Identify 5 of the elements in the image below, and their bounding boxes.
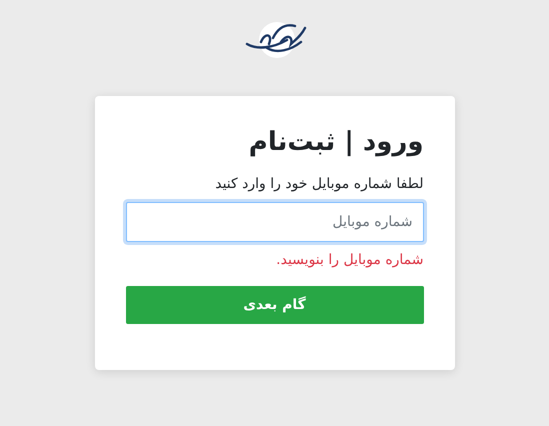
instruction-text: لطفا شماره موبایل خود را وارد کنید <box>214 176 424 192</box>
next-button[interactable]: گام بعدی <box>126 286 424 324</box>
error-message: شماره موبایل را بنویسید. <box>275 252 424 268</box>
phone-input-field[interactable]: شماره موبایل <box>126 202 424 242</box>
card-title: ورود | ثبت‌نام <box>248 126 424 159</box>
